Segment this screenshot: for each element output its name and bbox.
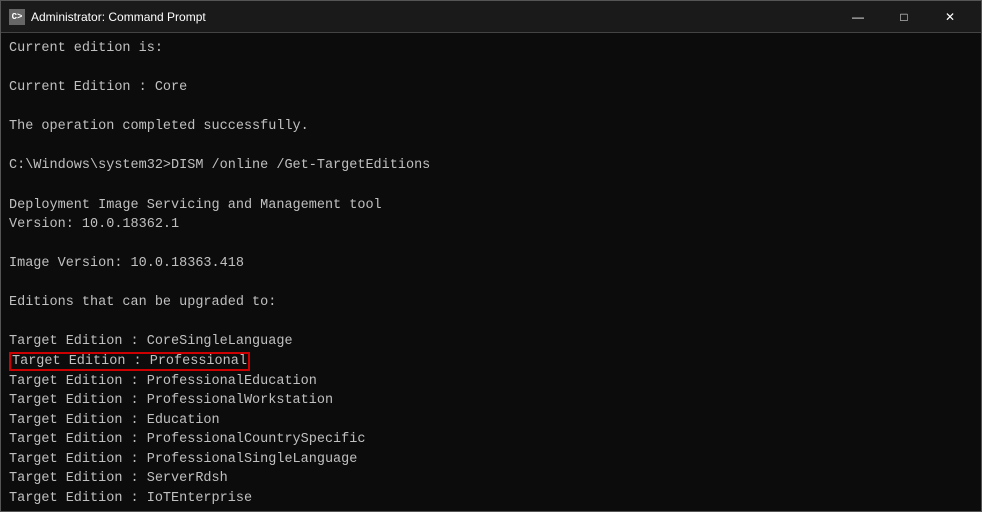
console-line — [9, 313, 973, 333]
console-line — [9, 235, 973, 255]
console-line: Target Edition : ServerRdsh — [9, 469, 973, 489]
console-line — [9, 137, 973, 157]
console-line: Current edition is: — [9, 39, 973, 59]
console-line: Version: 10.0.18362.1 — [9, 215, 973, 235]
console-line: Target Edition : Education — [9, 411, 973, 431]
console-line: Deployment Image Servicing and Managemen… — [9, 196, 973, 216]
console-line: Target Edition : Enterprise — [9, 509, 973, 512]
console-line: Target Edition : Professional — [9, 352, 973, 372]
window-icon: C> — [9, 9, 25, 25]
console-line: Target Edition : ProfessionalWorkstation — [9, 391, 973, 411]
close-button[interactable]: ✕ — [927, 1, 973, 33]
command-prompt-window: C> Administrator: Command Prompt — □ ✕ C… — [0, 0, 982, 512]
console-output[interactable]: Current edition is: Current Edition : Co… — [1, 33, 981, 511]
title-bar: C> Administrator: Command Prompt — □ ✕ — [1, 1, 981, 33]
console-line — [9, 274, 973, 294]
console-line — [9, 98, 973, 118]
console-line: Current Edition : Core — [9, 78, 973, 98]
maximize-button[interactable]: □ — [881, 1, 927, 33]
console-line: Target Edition : ProfessionalCountrySpec… — [9, 430, 973, 450]
console-line: Editions that can be upgraded to: — [9, 293, 973, 313]
window-title: Administrator: Command Prompt — [31, 10, 835, 24]
console-line — [9, 59, 973, 79]
highlighted-line: Target Edition : Professional — [9, 352, 250, 371]
window-controls: — □ ✕ — [835, 1, 973, 33]
console-line: Image Version: 10.0.18363.418 — [9, 254, 973, 274]
console-line — [9, 176, 973, 196]
console-line: Target Edition : CoreSingleLanguage — [9, 332, 973, 352]
console-line: Target Edition : ProfessionalEducation — [9, 372, 973, 392]
console-line: The operation completed successfully. — [9, 117, 973, 137]
console-line: Target Edition : ProfessionalSingleLangu… — [9, 450, 973, 470]
minimize-button[interactable]: — — [835, 1, 881, 33]
console-line: Target Edition : IoTEnterprise — [9, 489, 973, 509]
console-line: C:\Windows\system32>DISM /online /Get-Ta… — [9, 156, 973, 176]
console-body: Current edition is: Current Edition : Co… — [1, 33, 981, 511]
